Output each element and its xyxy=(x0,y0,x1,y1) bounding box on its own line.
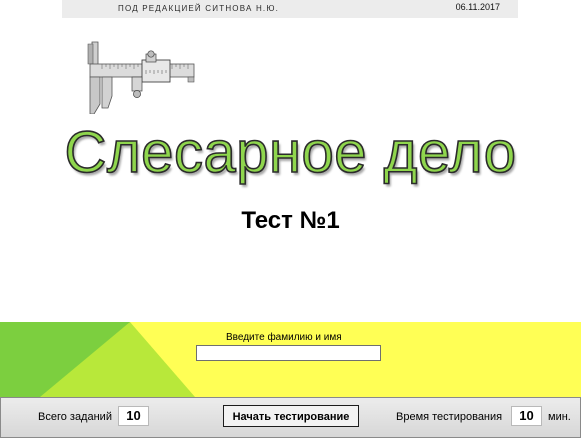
caliper-icon xyxy=(76,40,196,115)
test-time-label: Время тестирования xyxy=(396,411,503,423)
name-input[interactable] xyxy=(196,345,381,361)
time-unit-label: мин. xyxy=(548,411,571,423)
name-form-panel: Введите фамилию и имя xyxy=(0,322,581,397)
total-tasks-label: Всего заданий xyxy=(38,411,112,423)
header-date: 06.11.2017 xyxy=(455,2,500,12)
test-subtitle: Тест №1 xyxy=(241,207,340,234)
band-decoration xyxy=(0,322,195,397)
name-field-label: Введите фамилию и имя xyxy=(226,332,342,343)
total-tasks-value: 10 xyxy=(118,406,149,426)
editor-credit: ПОД РЕДАКЦИЕЙ СИТНОВА Н.Ю. xyxy=(118,4,280,13)
start-test-button[interactable]: Начать тестирование xyxy=(223,405,359,427)
test-time-value: 10 xyxy=(511,406,542,426)
bottom-toolbar: Всего заданий 10 Начать тестирование Вре… xyxy=(0,397,581,438)
page-title: Слесарное дело xyxy=(64,119,517,186)
header-bar: ПОД РЕДАКЦИЕЙ СИТНОВА Н.Ю. 06.11.2017 xyxy=(62,0,518,18)
